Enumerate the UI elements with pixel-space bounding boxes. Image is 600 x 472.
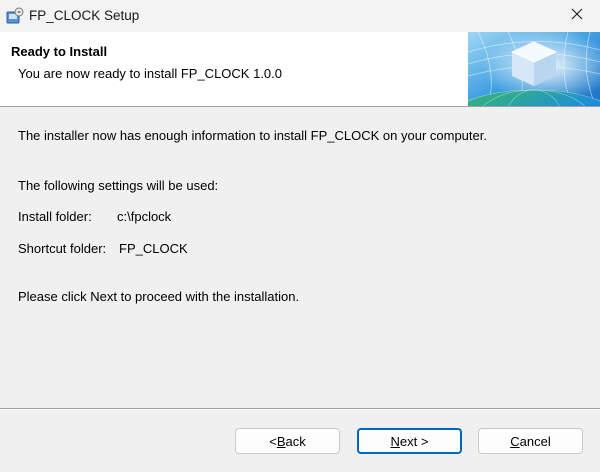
globe-cube-graphic (443, 31, 600, 159)
shortcut-folder-value: FP_CLOCK (119, 241, 188, 256)
banner-subtitle: You are now ready to install FP_CLOCK 1.… (18, 66, 282, 81)
back-button-rest: ack (285, 433, 306, 449)
settings-heading: The following settings will be used: (18, 178, 219, 193)
footer-separator (0, 408, 600, 410)
intro-text: The installer now has enough information… (18, 128, 487, 143)
next-button-rest: ext > (399, 433, 429, 449)
installer-icon (6, 7, 24, 25)
next-button[interactable]: Next > (357, 428, 462, 454)
cancel-button[interactable]: Cancel (478, 428, 583, 454)
install-folder-label: Install folder: (18, 209, 92, 224)
window-title: FP_CLOCK Setup (29, 8, 140, 23)
cancel-button-rest: ancel (519, 433, 551, 449)
close-button[interactable] (554, 0, 600, 32)
close-icon (571, 7, 583, 25)
shortcut-folder-label: Shortcut folder: (18, 241, 107, 256)
back-button[interactable]: < Back (235, 428, 340, 454)
header-banner: Ready to Install You are now ready to in… (0, 31, 600, 159)
back-button-mnemonic: B (276, 433, 286, 449)
instruction-text: Please click Next to proceed with the in… (18, 289, 300, 304)
title-bar[interactable]: FP_CLOCK Setup (0, 0, 600, 32)
install-folder-value: c:\fpclock (117, 209, 172, 224)
next-button-mnemonic: N (390, 433, 400, 449)
banner-title: Ready to Install (11, 44, 108, 59)
back-button-prefix: < (269, 433, 277, 449)
setup-window: FP_CLOCK Setup Ready to Install You are … (0, 0, 600, 472)
cancel-button-mnemonic: C (510, 433, 520, 449)
